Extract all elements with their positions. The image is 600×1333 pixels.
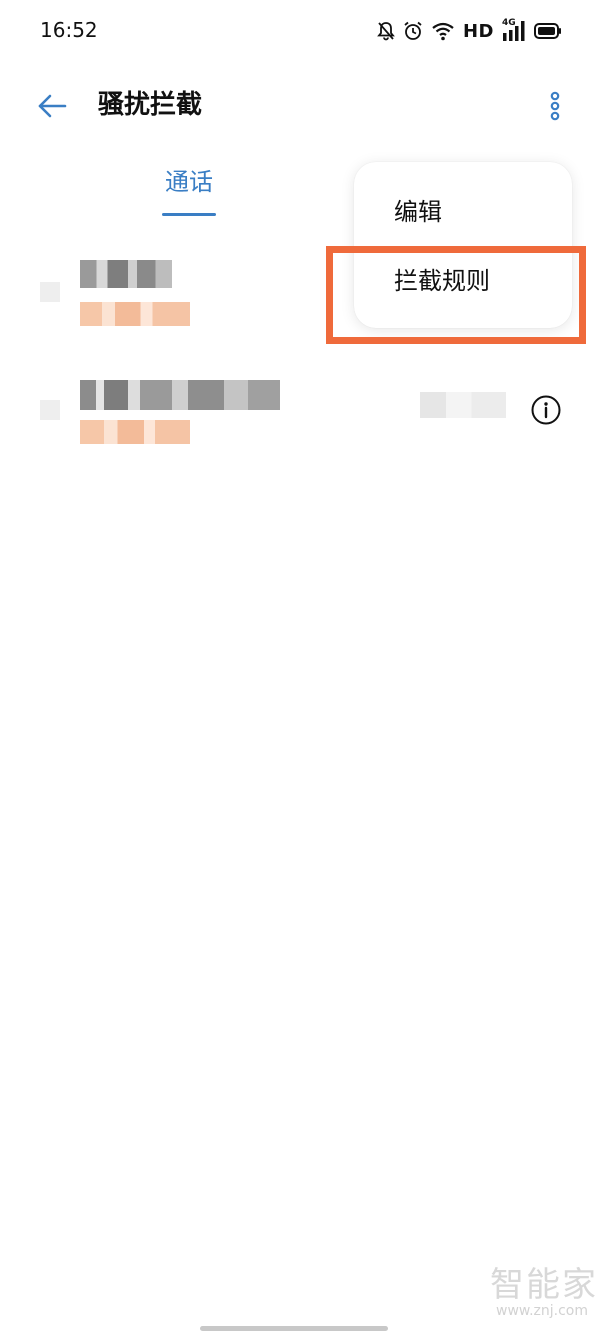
alarm-icon [404, 21, 422, 40]
redacted-time [420, 392, 506, 418]
status-icons: HD 4G [377, 18, 562, 44]
redacted-label [80, 302, 190, 326]
network-hd-label: HD [462, 20, 494, 42]
watermark-logo: 智能家 [490, 1265, 598, 1305]
bell-muted-icon [377, 22, 395, 41]
battery-icon [534, 23, 561, 39]
more-vertical-icon[interactable] [540, 88, 570, 124]
signal-icon: 4G [502, 18, 526, 42]
redacted-name [80, 260, 172, 288]
redacted-label [80, 420, 190, 444]
tab-active-indicator [162, 213, 216, 216]
watermark-url: www.znj.com [496, 1303, 588, 1319]
row-avatar-placeholder [40, 400, 60, 420]
arrow-left-icon[interactable] [36, 90, 68, 122]
home-indicator-bar[interactable] [200, 1326, 388, 1331]
row-avatar-placeholder [40, 282, 60, 302]
list-item[interactable] [0, 372, 600, 462]
menu-item-edit[interactable]: 编辑 [394, 194, 442, 230]
wifi-icon [432, 22, 454, 41]
status-time: 16:52 [40, 18, 98, 42]
highlight-annotation-box [326, 246, 586, 344]
info-icon[interactable] [530, 394, 562, 426]
tab-calls[interactable]: 通话 [150, 162, 228, 218]
page-title: 骚扰拦截 [98, 90, 203, 120]
redacted-name [80, 380, 280, 410]
